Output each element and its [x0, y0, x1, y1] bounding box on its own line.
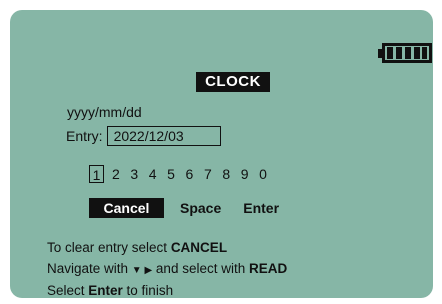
digit-key-1[interactable]: 1: [89, 165, 104, 183]
cancel-button[interactable]: Cancel: [89, 198, 164, 218]
action-row: Cancel Space Enter: [89, 198, 295, 218]
digit-key-9[interactable]: 9: [236, 165, 253, 183]
help-text: To clear entry select CANCEL Navigate wi…: [47, 238, 287, 302]
device-screen: CLOCK yyyy/mm/dd Entry: 2022/12/03 1 2 3…: [10, 10, 433, 298]
digit-selector: 1 2 3 4 5 6 7 8 9 0: [89, 165, 273, 183]
battery-full-icon: [378, 43, 432, 63]
digit-key-3[interactable]: 3: [126, 165, 143, 183]
navigate-arrows-icon: ▼ ▶: [131, 264, 153, 276]
digit-key-5[interactable]: 5: [163, 165, 180, 183]
help-line-finish-text: Select: [47, 283, 89, 298]
digit-key-4[interactable]: 4: [144, 165, 161, 183]
help-cancel-keyword: CANCEL: [170, 240, 228, 255]
digit-key-8[interactable]: 8: [218, 165, 235, 183]
date-format-label: yyyy/mm/dd: [67, 104, 142, 120]
space-button[interactable]: Space: [174, 198, 227, 218]
help-line-navigate-mid: and select with: [152, 260, 249, 276]
digit-key-2[interactable]: 2: [107, 165, 124, 183]
screen-title: CLOCK: [196, 72, 270, 92]
help-line-navigate-text: Navigate with: [47, 260, 132, 276]
help-line-clear: To clear entry select CANCEL: [47, 238, 287, 259]
digit-key-7[interactable]: 7: [199, 165, 216, 183]
help-read-keyword: READ: [248, 260, 288, 276]
help-line-finish-suffix: to finish: [122, 283, 174, 298]
entry-label: Entry:: [66, 128, 103, 144]
entry-field[interactable]: 2022/12/03: [106, 126, 221, 146]
digit-key-0[interactable]: 0: [255, 165, 272, 183]
enter-button[interactable]: Enter: [237, 198, 285, 218]
help-line-finish: Select Enter to finish: [47, 281, 287, 302]
help-line-clear-text: To clear entry select: [47, 240, 171, 255]
entry-row: Entry: 2022/12/03: [66, 126, 221, 146]
help-line-navigate: Navigate with ▼ ▶ and select with READ: [47, 259, 287, 282]
help-enter-keyword: Enter: [88, 283, 123, 298]
digit-key-6[interactable]: 6: [181, 165, 198, 183]
